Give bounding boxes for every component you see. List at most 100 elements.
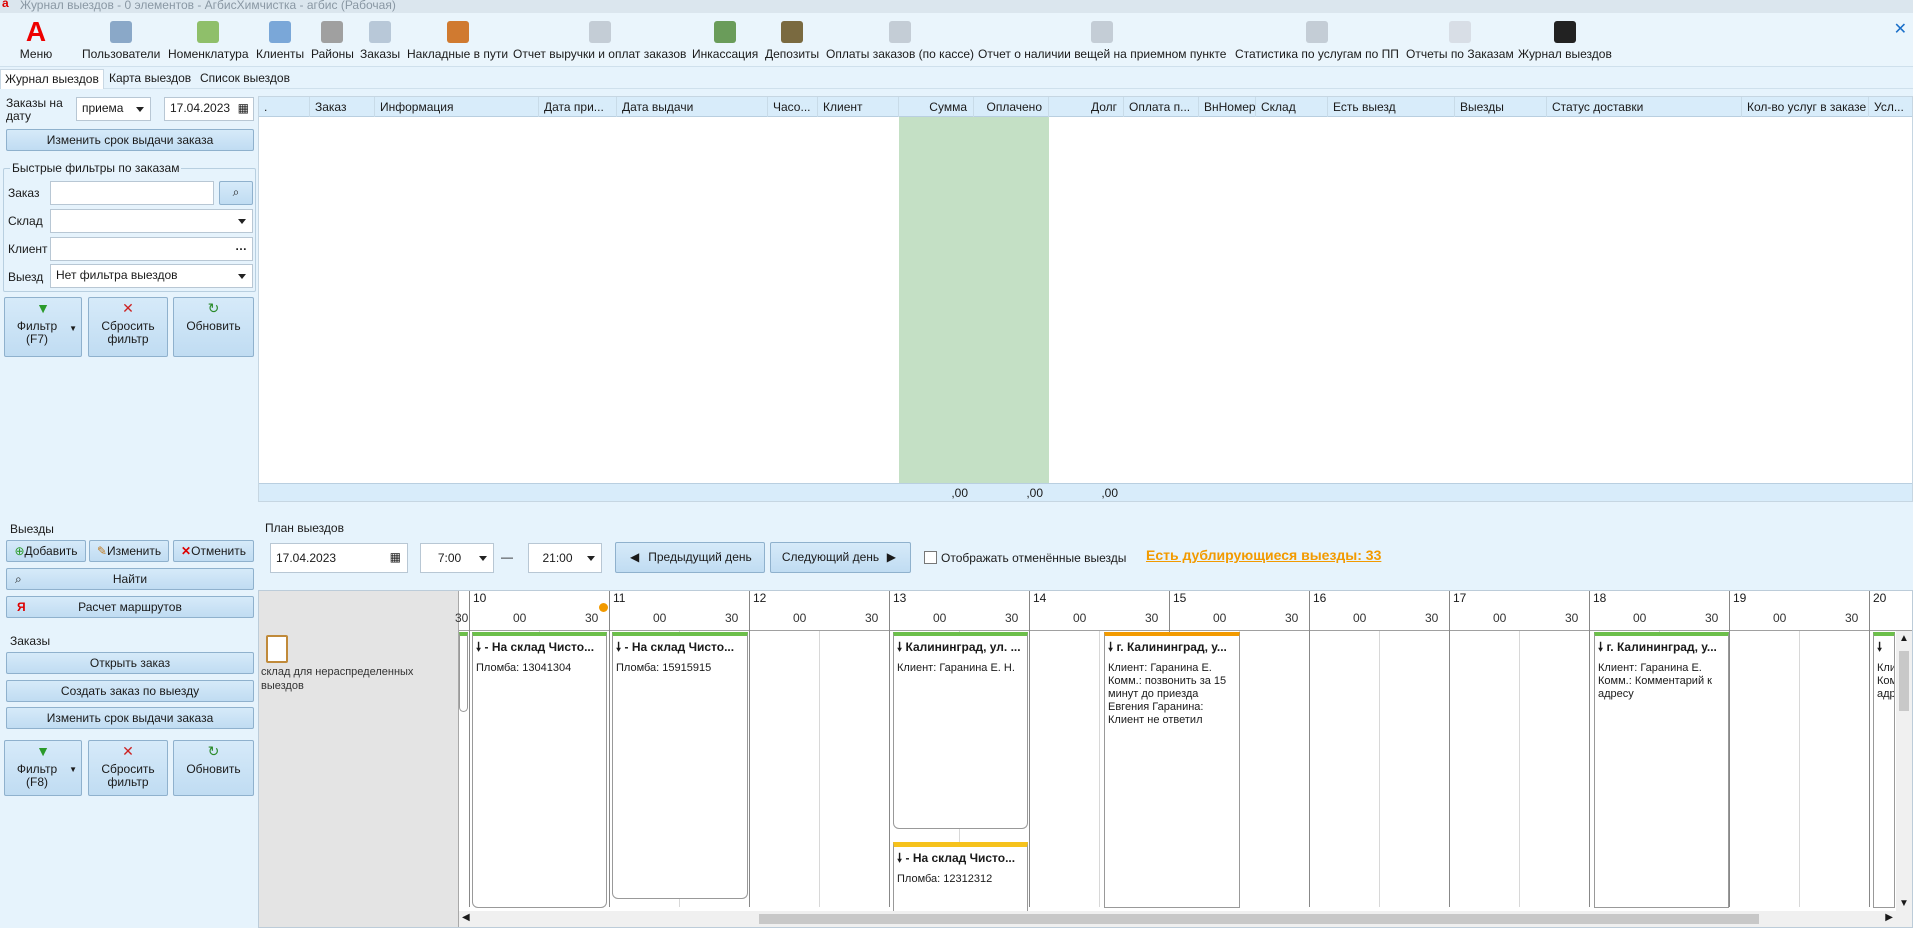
scroll-up-icon[interactable]: ▲ [1899,633,1909,644]
col-header[interactable]: Сумма [899,97,974,117]
reset-filter-button[interactable]: ✕ Сбросить фильтр [88,297,168,357]
tab-trips-map[interactable]: Карта выездов [105,71,195,85]
cancel-trip-button[interactable]: ✕Отменить [173,540,254,562]
plan-from-select[interactable]: 7:00 [420,543,494,573]
client-input[interactable]: … [50,237,253,261]
col-header[interactable]: Есть выезд [1328,97,1455,117]
date-mode-select[interactable]: приема [76,97,151,121]
col-header[interactable]: Выезды [1455,97,1547,117]
col-header[interactable]: ВнНомер [1199,97,1256,117]
horizontal-scrollbar[interactable]: ◀ ▶ [459,911,1896,927]
trip-card[interactable]: 🠗 Калининград, ул. ... Клиент: Гаранина … [893,632,1028,829]
orders-reset-filter-button[interactable]: ✕ Сбросить фильтр [88,740,168,796]
app-logo-icon: A [25,16,47,47]
orders-filter-button[interactable]: ▼ Фильтр (F8) ▼ [4,740,82,796]
window-titlebar: a Журнал выездов - 0 элементов - АгбисХи… [0,0,1913,13]
warehouse-select[interactable] [50,209,253,233]
toolbar-items-report[interactable]: Отчет о наличии вещей на приемном пункте [978,17,1226,65]
report-icon [1305,21,1328,43]
col-header[interactable]: Статус доставки [1547,97,1742,117]
plan-date-input[interactable]: 17.04.2023 ▦ [270,543,408,573]
current-time-marker [599,603,608,612]
add-trip-button[interactable]: ⊕Добавить [6,540,86,562]
find-trip-button[interactable]: ⌕ Найти [6,568,254,590]
refresh-button[interactable]: ↻ Обновить [173,297,254,357]
orders-refresh-button[interactable]: ↻ Обновить [173,740,254,796]
scroll-right-icon[interactable]: ▶ [1885,912,1893,923]
col-header[interactable]: . [259,97,310,117]
col-header[interactable]: Клиент [818,97,899,117]
col-header[interactable]: Усл... [1869,97,1913,117]
toolbar-nomenclature[interactable]: Номенклатура [168,17,249,65]
toolbar-order-reports[interactable]: Отчеты по Заказам [1406,17,1514,65]
grid-header: . Заказ Информация Дата при... Дата выда… [259,97,1912,117]
col-header[interactable]: Заказ [310,97,375,117]
trip-card[interactable]: 🠗 г. Калининград, у... Клиент: Гаранина … [1594,632,1729,908]
edit-trip-button[interactable]: ✎Изменить [89,540,169,562]
toolbar-payments[interactable]: Оплаты заказов (по кассе) [826,17,974,65]
trip-card-partial[interactable]: 🠗 Кли Ком адр [1873,632,1895,908]
hour-label: 16 [1309,591,1326,631]
menu-button[interactable]: A Меню [18,17,54,65]
trip-card-partial[interactable] [459,632,468,712]
toolbar-deposits[interactable]: Депозиты [765,17,819,65]
tab-trips-journal[interactable]: Журнал выездов [0,69,104,89]
toolbar-revenue-report[interactable]: Отчет выручки и оплат заказов [513,17,686,65]
hour-label: 10 [469,591,486,631]
plan-title: План выездов [265,521,344,535]
filter-button[interactable]: ▼ Фильтр (F7) ▼ [4,297,82,357]
show-cancelled-label: Отображать отменённые выезды [941,551,1127,565]
trips-timeline[interactable]: склад для нераспределенных выездов 30 10… [258,590,1913,928]
col-header[interactable]: Информация [375,97,539,117]
change-term-button[interactable]: Изменить срок выдачи заказа [6,129,254,151]
col-header[interactable]: Кол-во услуг в заказе [1742,97,1869,117]
trip-card[interactable]: 🠗 - На склад Чисто... Пломба: 15915915 [612,632,748,899]
toolbar-clients[interactable]: Клиенты [256,17,304,65]
search-button[interactable]: ⌕ [219,181,253,205]
toolbar-districts[interactable]: Районы [311,17,354,65]
funnel-icon: ▼ [36,300,50,316]
col-header[interactable]: Часо... [768,97,818,117]
trip-card[interactable]: 🠗 - На склад Чисто... Пломба: 13041304 [472,632,607,908]
date-input[interactable]: 17.04.2023 ▦ [164,97,254,121]
col-header[interactable]: Склад [1256,97,1328,117]
order-search-input[interactable] [50,181,214,205]
next-day-button[interactable]: Следующий день ▶ [770,542,911,573]
arrow-right-icon: ▶ [886,550,896,564]
duplicates-link[interactable]: Есть дублирующиеся выезды: 33 [1146,547,1381,563]
create-order-button[interactable]: Создать заказ по выезду [6,680,254,702]
col-header[interactable]: Дата выдачи [617,97,768,117]
trip-title: 🠗 - На склад Чисто... [476,640,595,654]
trip-card[interactable]: 🠗 г. Калининград, у... Клиент: Гаранина … [1104,632,1240,908]
warehouse-label: Склад [8,214,43,228]
orders-grid[interactable]: . Заказ Информация Дата при... Дата выда… [258,96,1913,502]
col-header[interactable]: Долг [1049,97,1124,117]
col-header[interactable]: Дата при... [539,97,617,117]
toolbar-services-stats[interactable]: Статистика по услугам по ПП [1235,17,1399,65]
scroll-left-icon[interactable]: ◀ [462,912,470,923]
hour-label: 20 [1869,591,1886,631]
toolbar-waybills[interactable]: Накладные в пути [407,17,508,65]
col-header[interactable]: Оплата п... [1124,97,1199,117]
toolbar-collection[interactable]: Инкассация [692,17,758,65]
scrollbar-thumb[interactable] [1899,651,1909,711]
trip-card[interactable]: 🠗 - На склад Чисто... Пломба: 12312312 [893,842,1028,912]
prev-day-button[interactable]: ◀ Предыдущий день [615,542,765,573]
col-header[interactable]: Оплачено [974,97,1049,117]
close-icon[interactable]: ✕ [1894,19,1907,39]
toolbar-users[interactable]: Пользователи [82,17,160,65]
plan-to-select[interactable]: 21:00 [528,543,602,573]
open-order-button[interactable]: Открыть заказ [6,652,254,674]
show-cancelled-checkbox[interactable] [924,551,937,564]
scrollbar-thumb[interactable] [759,914,1759,924]
route-calc-button[interactable]: Я Расчет маршрутов [6,596,254,618]
toolbar-orders[interactable]: Заказы [360,17,400,65]
tab-trips-list[interactable]: Список выездов [196,71,294,85]
ellipsis-icon[interactable]: … [235,239,247,253]
scroll-down-icon[interactable]: ▼ [1899,898,1909,909]
trips-group-title: Выезды [10,522,54,536]
toolbar-trips-journal[interactable]: Журнал выездов [1518,17,1612,65]
change-term-order-button[interactable]: Изменить срок выдачи заказа [6,707,254,729]
vertical-scrollbar[interactable]: ▲ ▼ [1896,631,1912,927]
trip-filter-select[interactable]: Нет фильтра выездов [50,264,253,288]
